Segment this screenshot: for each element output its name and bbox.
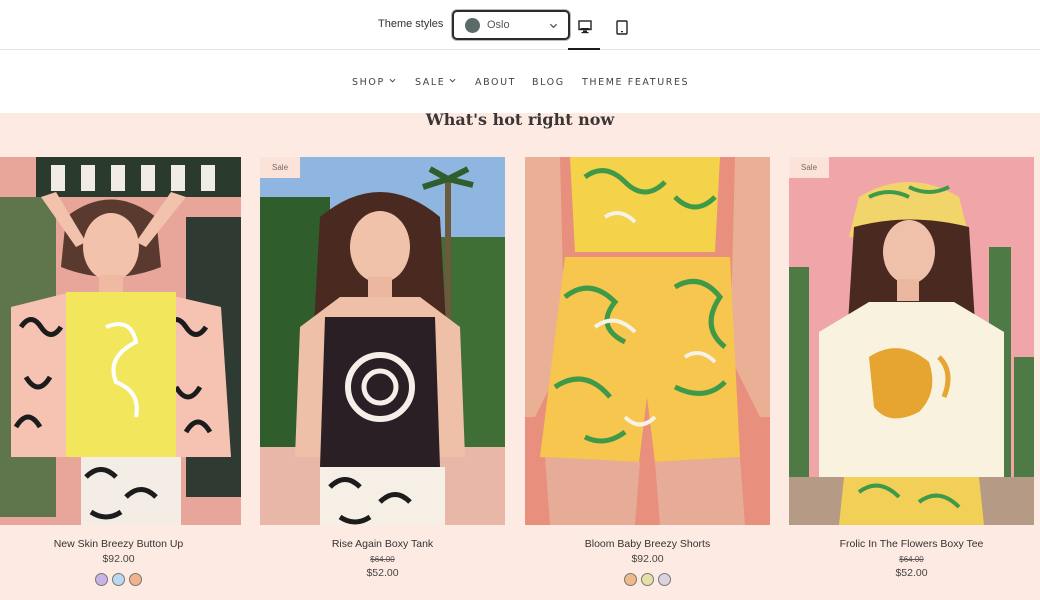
- sale-badge: Sale: [789, 157, 830, 178]
- mobile-icon[interactable]: [616, 20, 628, 35]
- nav-item-shop[interactable]: SHOP: [352, 77, 396, 88]
- chevron-down-icon: [449, 78, 456, 83]
- chevron-down-icon: [389, 78, 396, 83]
- color-swatches: [525, 573, 770, 586]
- nav-item-theme-features[interactable]: THEME FEATURES: [582, 77, 689, 88]
- active-device-indicator: [568, 48, 600, 50]
- nav-item-blog[interactable]: BLOG: [532, 77, 565, 88]
- color-swatch[interactable]: [658, 573, 671, 586]
- color-swatch[interactable]: [641, 573, 654, 586]
- sale-price: $52.00: [366, 567, 399, 579]
- product-name[interactable]: Rise Again Boxy Tank: [260, 538, 505, 550]
- nav-item-about[interactable]: ABOUT: [475, 77, 516, 88]
- original-price: $64.00: [370, 555, 395, 564]
- theme-style-value: Oslo: [487, 19, 510, 31]
- product-price: $92.00: [631, 553, 664, 565]
- color-swatch[interactable]: [624, 573, 637, 586]
- nav-item-sale[interactable]: SALE: [415, 77, 456, 88]
- theme-toolbar: Theme styles Oslo: [0, 0, 1040, 50]
- woman-in-print-shirt-photo[interactable]: [0, 157, 241, 525]
- store-navigation: SHOP SALE ABOUT BLOG THEME FEATURES: [0, 51, 1040, 113]
- sale-badge: Sale: [260, 157, 301, 178]
- original-price: $64.00: [899, 555, 924, 564]
- desktop-icon[interactable]: [578, 20, 592, 34]
- section-title: What's hot right now: [425, 110, 615, 129]
- product-name[interactable]: Frolic In The Flowers Boxy Tee: [789, 538, 1034, 550]
- color-swatches: [0, 573, 241, 586]
- woman-in-black-tank-photo[interactable]: Sale: [260, 157, 505, 525]
- product-name[interactable]: New Skin Breezy Button Up: [0, 538, 241, 550]
- floral-shorts-photo[interactable]: [525, 157, 770, 525]
- sale-price: $52.00: [895, 567, 928, 579]
- color-swatch[interactable]: [129, 573, 142, 586]
- color-swatch[interactable]: [95, 573, 108, 586]
- nav-item-label: SHOP: [352, 77, 385, 88]
- product-card[interactable]: New Skin Breezy Button Up $92.00: [0, 157, 241, 586]
- product-card[interactable]: Bloom Baby Breezy Shorts $92.00: [525, 157, 770, 586]
- color-swatch[interactable]: [112, 573, 125, 586]
- product-price: $92.00: [102, 553, 135, 565]
- product-card[interactable]: Sale Rise Again Boxy Tank $64.00 $52.00: [260, 157, 505, 579]
- product-card[interactable]: Sale Frolic In The Flowers Boxy Tee $64.…: [789, 157, 1034, 579]
- theme-styles-label: Theme styles: [378, 18, 444, 30]
- product-name[interactable]: Bloom Baby Breezy Shorts: [525, 538, 770, 550]
- nav-item-label: SALE: [415, 77, 446, 88]
- featured-collection: What's hot right now New Skin Breezy But…: [0, 110, 1040, 600]
- woman-in-cream-tee-photo[interactable]: Sale: [789, 157, 1034, 525]
- chevron-down-icon: [549, 23, 558, 29]
- theme-style-select[interactable]: Oslo: [452, 10, 570, 40]
- style-color-dot: [465, 18, 480, 33]
